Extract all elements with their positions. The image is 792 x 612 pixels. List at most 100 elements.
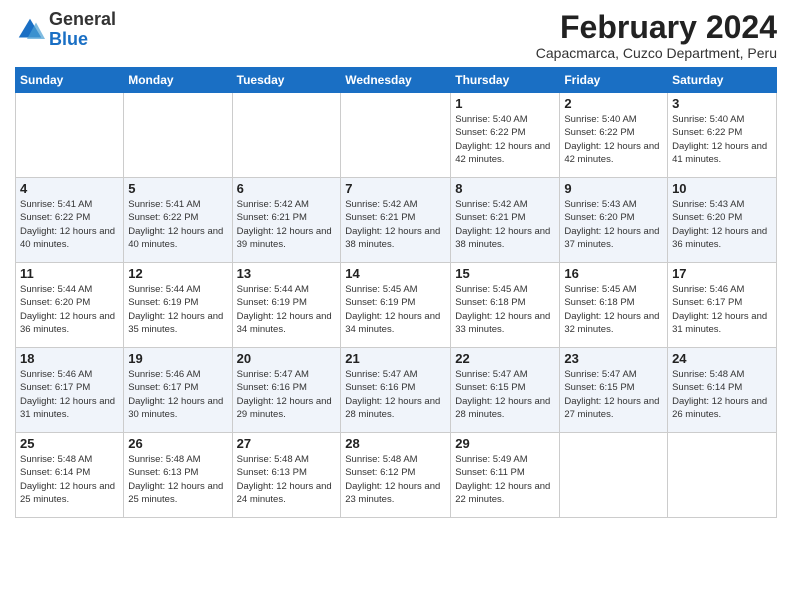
table-row: 29 Sunrise: 5:49 AM Sunset: 6:11 PM Dayli… — [451, 433, 560, 518]
table-row — [560, 433, 668, 518]
cell-info: Sunrise: 5:43 AM Sunset: 6:20 PM Dayligh… — [564, 198, 663, 251]
cell-day: 13 — [237, 266, 337, 281]
cell-day: 24 — [672, 351, 772, 366]
table-row: 23 Sunrise: 5:47 AM Sunset: 6:15 PM Dayli… — [560, 348, 668, 433]
logo-general: General — [49, 9, 116, 29]
header-thursday: Thursday — [451, 68, 560, 93]
month-title: February 2024 — [536, 10, 777, 45]
cell-info: Sunrise: 5:48 AM Sunset: 6:13 PM Dayligh… — [128, 453, 227, 506]
cell-info: Sunrise: 5:49 AM Sunset: 6:11 PM Dayligh… — [455, 453, 555, 506]
cell-day: 21 — [345, 351, 446, 366]
cell-info: Sunrise: 5:48 AM Sunset: 6:14 PM Dayligh… — [672, 368, 772, 421]
table-row: 21Sunrise: 5:47 AM Sunset: 6:16 PM Dayli… — [341, 348, 451, 433]
header-row: Sunday Monday Tuesday Wednesday Thursday… — [16, 68, 777, 93]
header-wednesday: Wednesday — [341, 68, 451, 93]
cell-info: Sunrise: 5:43 AM Sunset: 6:20 PM Dayligh… — [672, 198, 772, 251]
logo-icon — [15, 15, 45, 45]
week-row-0: 1 Sunrise: 5:40 AM Sunset: 6:22 PM Daylig… — [16, 93, 777, 178]
cell-day: 27 — [237, 436, 337, 451]
cell-info: Sunrise: 5:40 AM Sunset: 6:22 PM Dayligh… — [455, 113, 555, 166]
cell-day: 3 — [672, 96, 772, 111]
cell-day: 23 — [564, 351, 663, 366]
header-sunday: Sunday — [16, 68, 124, 93]
table-row: 4 Sunrise: 5:41 AM Sunset: 6:22 PM Daylig… — [16, 178, 124, 263]
cell-day: 22 — [455, 351, 555, 366]
cell-day: 12 — [128, 266, 227, 281]
table-row: 19Sunrise: 5:46 AM Sunset: 6:17 PM Dayli… — [124, 348, 232, 433]
table-row: 16 Sunrise: 5:45 AM Sunset: 6:18 PM Dayli… — [560, 263, 668, 348]
week-row-1: 4 Sunrise: 5:41 AM Sunset: 6:22 PM Daylig… — [16, 178, 777, 263]
cell-day: 17 — [672, 266, 772, 281]
table-row: 20Sunrise: 5:47 AM Sunset: 6:16 PM Dayli… — [232, 348, 341, 433]
cell-info: Sunrise: 5:48 AM Sunset: 6:13 PM Dayligh… — [237, 453, 337, 506]
cell-day: 5 — [128, 181, 227, 196]
table-row: 7Sunrise: 5:42 AM Sunset: 6:21 PM Daylig… — [341, 178, 451, 263]
table-row: 6 Sunrise: 5:42 AM Sunset: 6:21 PM Daylig… — [232, 178, 341, 263]
cell-info: Sunrise: 5:45 AM Sunset: 6:19 PM Dayligh… — [345, 283, 446, 336]
cell-info: Sunrise: 5:46 AM Sunset: 6:17 PM Dayligh… — [128, 368, 227, 421]
cell-day: 25 — [20, 436, 119, 451]
calendar-body: 1 Sunrise: 5:40 AM Sunset: 6:22 PM Daylig… — [16, 93, 777, 518]
table-row: 8Sunrise: 5:42 AM Sunset: 6:21 PM Daylig… — [451, 178, 560, 263]
table-row: 1 Sunrise: 5:40 AM Sunset: 6:22 PM Daylig… — [451, 93, 560, 178]
table-row — [341, 93, 451, 178]
page: General Blue February 2024 Capacmarca, C… — [0, 0, 792, 612]
cell-info: Sunrise: 5:47 AM Sunset: 6:15 PM Dayligh… — [564, 368, 663, 421]
header-tuesday: Tuesday — [232, 68, 341, 93]
cell-info: Sunrise: 5:41 AM Sunset: 6:22 PM Dayligh… — [20, 198, 119, 251]
cell-info: Sunrise: 5:42 AM Sunset: 6:21 PM Dayligh… — [345, 198, 446, 251]
header: General Blue February 2024 Capacmarca, C… — [15, 10, 777, 61]
cell-day: 26 — [128, 436, 227, 451]
table-row: 27 Sunrise: 5:48 AM Sunset: 6:13 PM Dayli… — [232, 433, 341, 518]
table-row: 18 Sunrise: 5:46 AM Sunset: 6:17 PM Dayli… — [16, 348, 124, 433]
week-row-3: 18 Sunrise: 5:46 AM Sunset: 6:17 PM Dayli… — [16, 348, 777, 433]
cell-info: Sunrise: 5:44 AM Sunset: 6:19 PM Dayligh… — [237, 283, 337, 336]
cell-day: 18 — [20, 351, 119, 366]
cell-info: Sunrise: 5:45 AM Sunset: 6:18 PM Dayligh… — [455, 283, 555, 336]
cell-day: 16 — [564, 266, 663, 281]
logo-text: General Blue — [49, 10, 116, 50]
table-row: 15Sunrise: 5:45 AM Sunset: 6:18 PM Dayli… — [451, 263, 560, 348]
cell-info: Sunrise: 5:48 AM Sunset: 6:14 PM Dayligh… — [20, 453, 119, 506]
table-row: 11Sunrise: 5:44 AM Sunset: 6:20 PM Dayli… — [16, 263, 124, 348]
cell-day: 4 — [20, 181, 119, 196]
cell-info: Sunrise: 5:46 AM Sunset: 6:17 PM Dayligh… — [20, 368, 119, 421]
cell-day: 6 — [237, 181, 337, 196]
subtitle: Capacmarca, Cuzco Department, Peru — [536, 45, 777, 61]
table-row — [232, 93, 341, 178]
header-friday: Friday — [560, 68, 668, 93]
logo: General Blue — [15, 10, 116, 50]
table-row: 24 Sunrise: 5:48 AM Sunset: 6:14 PM Dayli… — [668, 348, 777, 433]
table-row: 17 Sunrise: 5:46 AM Sunset: 6:17 PM Dayli… — [668, 263, 777, 348]
table-row: 14 Sunrise: 5:45 AM Sunset: 6:19 PM Dayli… — [341, 263, 451, 348]
cell-day: 14 — [345, 266, 446, 281]
table-row — [668, 433, 777, 518]
calendar: Sunday Monday Tuesday Wednesday Thursday… — [15, 67, 777, 518]
calendar-header: Sunday Monday Tuesday Wednesday Thursday… — [16, 68, 777, 93]
table-row: 3 Sunrise: 5:40 AM Sunset: 6:22 PM Daylig… — [668, 93, 777, 178]
table-row — [124, 93, 232, 178]
table-row: 25 Sunrise: 5:48 AM Sunset: 6:14 PM Dayli… — [16, 433, 124, 518]
cell-info: Sunrise: 5:48 AM Sunset: 6:12 PM Dayligh… — [345, 453, 446, 506]
cell-day: 1 — [455, 96, 555, 111]
table-row: 10 Sunrise: 5:43 AM Sunset: 6:20 PM Dayli… — [668, 178, 777, 263]
cell-day: 11 — [20, 266, 119, 281]
cell-info: Sunrise: 5:42 AM Sunset: 6:21 PM Dayligh… — [237, 198, 337, 251]
cell-day: 10 — [672, 181, 772, 196]
cell-info: Sunrise: 5:46 AM Sunset: 6:17 PM Dayligh… — [672, 283, 772, 336]
cell-day: 29 — [455, 436, 555, 451]
cell-info: Sunrise: 5:47 AM Sunset: 6:15 PM Dayligh… — [455, 368, 555, 421]
header-monday: Monday — [124, 68, 232, 93]
cell-info: Sunrise: 5:41 AM Sunset: 6:22 PM Dayligh… — [128, 198, 227, 251]
cell-day: 20 — [237, 351, 337, 366]
cell-info: Sunrise: 5:40 AM Sunset: 6:22 PM Dayligh… — [564, 113, 663, 166]
cell-day: 9 — [564, 181, 663, 196]
cell-info: Sunrise: 5:40 AM Sunset: 6:22 PM Dayligh… — [672, 113, 772, 166]
week-row-2: 11Sunrise: 5:44 AM Sunset: 6:20 PM Dayli… — [16, 263, 777, 348]
cell-info: Sunrise: 5:45 AM Sunset: 6:18 PM Dayligh… — [564, 283, 663, 336]
logo-blue: Blue — [49, 29, 88, 49]
table-row — [16, 93, 124, 178]
table-row: 2Sunrise: 5:40 AM Sunset: 6:22 PM Daylig… — [560, 93, 668, 178]
week-row-4: 25 Sunrise: 5:48 AM Sunset: 6:14 PM Dayli… — [16, 433, 777, 518]
title-area: February 2024 Capacmarca, Cuzco Departme… — [536, 10, 777, 61]
